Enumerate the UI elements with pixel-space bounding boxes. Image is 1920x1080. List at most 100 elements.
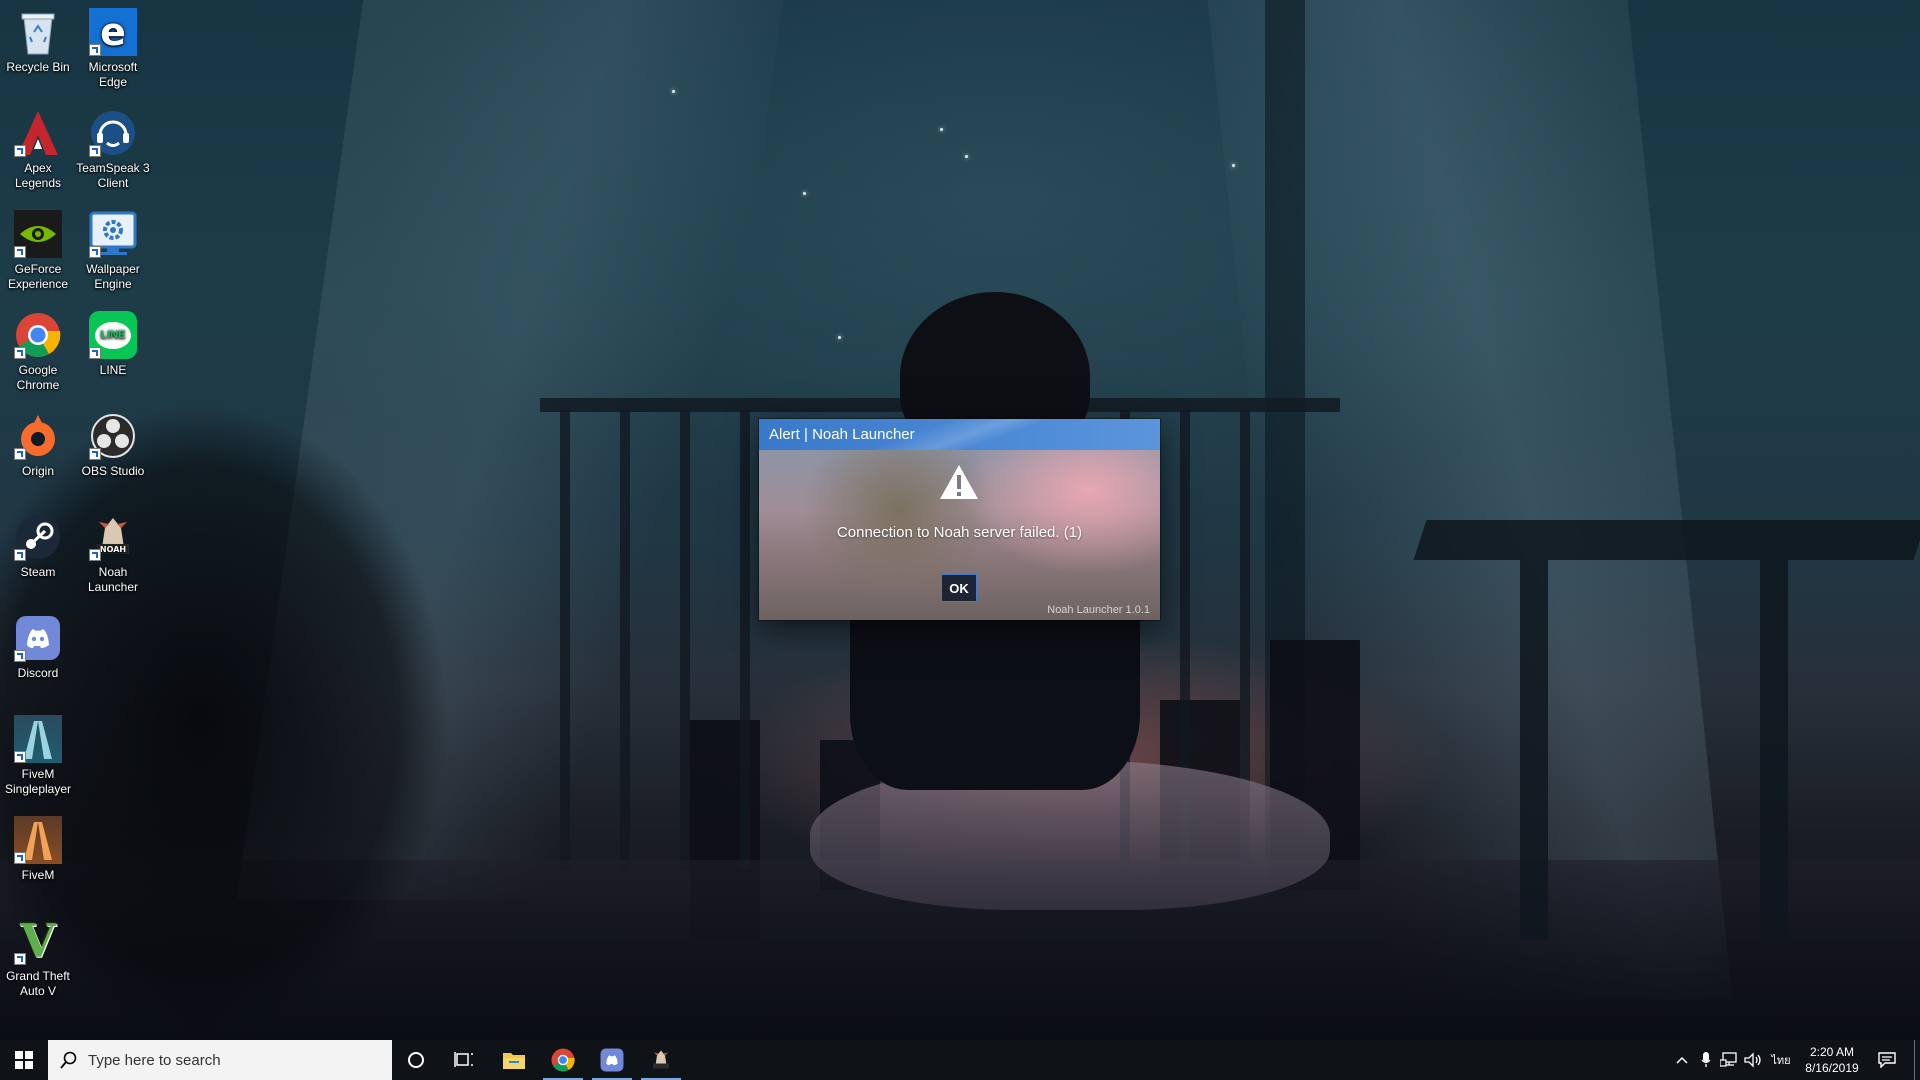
steam-icon bbox=[14, 513, 62, 561]
icon-label: Grand Theft Auto V bbox=[6, 969, 70, 998]
wallpaper-star bbox=[838, 336, 841, 339]
action-center-button[interactable] bbox=[1870, 1040, 1904, 1080]
icon-label: Microsoft Edge bbox=[88, 60, 138, 89]
shortcut-arrow-icon bbox=[14, 145, 26, 157]
chrome-icon bbox=[551, 1048, 575, 1072]
recycle-bin-icon bbox=[14, 8, 62, 56]
dialog-message: Connection to Noah server failed. (1) bbox=[836, 524, 1083, 541]
chrome-icon bbox=[14, 311, 62, 359]
desktop-icon-line[interactable]: LINE LINE bbox=[75, 303, 151, 378]
edge-glyph: e bbox=[100, 9, 126, 54]
clock-date: 8/16/2019 bbox=[1805, 1061, 1859, 1075]
desktop-icon-origin[interactable]: Origin bbox=[0, 404, 76, 479]
chevron-up-icon bbox=[1676, 1056, 1688, 1064]
icon-label: FiveM bbox=[21, 868, 55, 882]
icon-label: Discord bbox=[17, 666, 59, 680]
desktop-icon-wallpaper-engine[interactable]: Wallpaper Engine bbox=[75, 202, 151, 292]
discord-icon bbox=[600, 1048, 624, 1072]
desktop-icon-steam[interactable]: Steam bbox=[0, 505, 76, 580]
shortcut-arrow-icon bbox=[14, 953, 26, 965]
icon-label: OBS Studio bbox=[81, 464, 145, 478]
input-language-indicator[interactable]: ไทย bbox=[1766, 1040, 1796, 1080]
taskbar-discord[interactable] bbox=[588, 1040, 636, 1080]
edge-icon: e bbox=[89, 8, 137, 56]
fivem-icon bbox=[14, 816, 62, 864]
wallpaper-rail-bar bbox=[740, 410, 750, 870]
ok-button[interactable]: OK bbox=[941, 574, 977, 602]
taskbar-chrome[interactable] bbox=[539, 1040, 587, 1080]
icon-label: Recycle Bin bbox=[6, 60, 70, 74]
taskbar-noah-launcher[interactable] bbox=[637, 1040, 685, 1080]
shortcut-arrow-icon bbox=[14, 448, 26, 460]
wallpaper-star bbox=[965, 155, 968, 158]
taskbar: ไทย 2:20 AM 8/16/2019 bbox=[0, 1040, 1920, 1080]
shortcut-arrow-icon bbox=[14, 246, 26, 258]
wallpaper-table bbox=[1413, 520, 1920, 560]
alert-dialog: Alert | Noah Launcher Connection to Noah… bbox=[759, 419, 1160, 620]
icon-label: FiveM Singleplayer bbox=[4, 767, 72, 796]
search-icon bbox=[60, 1051, 77, 1069]
show-hidden-icons-button[interactable] bbox=[1672, 1040, 1692, 1080]
line-glyph: LINE bbox=[95, 321, 131, 349]
discord-icon bbox=[14, 614, 62, 662]
shortcut-arrow-icon bbox=[89, 44, 101, 56]
start-button[interactable] bbox=[0, 1040, 48, 1080]
fivem-singleplayer-icon bbox=[14, 715, 62, 763]
desktop[interactable]: Recycle Bin e Microsoft Edge Apex Legend… bbox=[0, 0, 1920, 1040]
shortcut-arrow-icon bbox=[89, 145, 101, 157]
wallpaper-rail-bar bbox=[680, 410, 690, 870]
cortana-button[interactable] bbox=[392, 1040, 440, 1080]
show-desktop-button[interactable] bbox=[1914, 1040, 1915, 1080]
desktop-icon-teamspeak[interactable]: TeamSpeak 3 Client bbox=[75, 101, 151, 191]
desktop-icon-noah-launcher[interactable]: NOAH Noah Launcher bbox=[75, 505, 151, 595]
icon-label: GeForce Experience bbox=[7, 262, 69, 291]
noah-launcher-icon bbox=[653, 1050, 669, 1069]
icon-label: LINE bbox=[99, 363, 127, 377]
shortcut-arrow-icon bbox=[89, 246, 101, 258]
microphone-icon bbox=[1701, 1052, 1711, 1067]
dialog-version-label: Noah Launcher 1.0.1 bbox=[1047, 604, 1150, 616]
wallpaper-star bbox=[672, 90, 675, 93]
gta-glyph: V bbox=[20, 913, 56, 968]
dialog-title: Alert | Noah Launcher bbox=[769, 426, 915, 443]
file-explorer-icon bbox=[503, 1053, 525, 1069]
input-language-label: ไทย bbox=[1771, 1055, 1791, 1067]
wallpaper-table-leg bbox=[1520, 560, 1548, 940]
shortcut-arrow-icon bbox=[14, 549, 26, 561]
taskbar-search-box[interactable] bbox=[48, 1040, 392, 1080]
desktop-icon-recycle-bin[interactable]: Recycle Bin bbox=[0, 0, 76, 75]
volume-tray-button[interactable] bbox=[1742, 1040, 1764, 1080]
desktop-icon-fivem-singleplayer[interactable]: FiveM Singleplayer bbox=[0, 707, 76, 797]
desktop-icon-gta-v[interactable]: V Grand Theft Auto V bbox=[0, 909, 76, 999]
shortcut-arrow-icon bbox=[14, 852, 26, 864]
icon-label: Google Chrome bbox=[16, 363, 60, 392]
desktop-icon-fivem[interactable]: FiveM bbox=[0, 808, 76, 883]
wallpaper-engine-icon bbox=[89, 210, 137, 258]
icon-label: TeamSpeak 3 Client bbox=[76, 161, 150, 190]
gta-v-icon: V bbox=[14, 917, 62, 965]
icon-label: Wallpaper Engine bbox=[86, 262, 140, 291]
icon-label: Noah Launcher bbox=[87, 565, 139, 594]
wallpaper-star bbox=[1232, 164, 1235, 167]
desktop-icon-geforce-experience[interactable]: GeForce Experience bbox=[0, 202, 76, 292]
icon-label: Origin bbox=[21, 464, 54, 478]
search-input[interactable] bbox=[86, 1050, 370, 1070]
geforce-icon bbox=[14, 210, 62, 258]
taskbar-file-explorer[interactable] bbox=[490, 1040, 538, 1080]
notification-icon bbox=[1878, 1052, 1896, 1068]
desktop-icon-discord[interactable]: Discord bbox=[0, 606, 76, 681]
windows-logo-icon bbox=[15, 1051, 33, 1069]
taskbar-clock[interactable]: 2:20 AM 8/16/2019 bbox=[1800, 1044, 1864, 1076]
microphone-tray-button[interactable] bbox=[1696, 1040, 1716, 1080]
desktop-icon-obs-studio[interactable]: OBS Studio bbox=[75, 404, 151, 479]
line-icon: LINE bbox=[89, 311, 137, 359]
origin-icon bbox=[14, 412, 62, 460]
network-tray-button[interactable] bbox=[1718, 1040, 1740, 1080]
wallpaper-star bbox=[940, 128, 943, 131]
desktop-icon-google-chrome[interactable]: Google Chrome bbox=[0, 303, 76, 393]
desktop-icon-apex-legends[interactable]: Apex Legends bbox=[0, 101, 76, 191]
dialog-title-bar[interactable]: Alert | Noah Launcher bbox=[759, 419, 1160, 450]
task-view-button[interactable] bbox=[440, 1040, 488, 1080]
shortcut-arrow-icon bbox=[14, 347, 26, 359]
desktop-icon-microsoft-edge[interactable]: e Microsoft Edge bbox=[75, 0, 151, 90]
